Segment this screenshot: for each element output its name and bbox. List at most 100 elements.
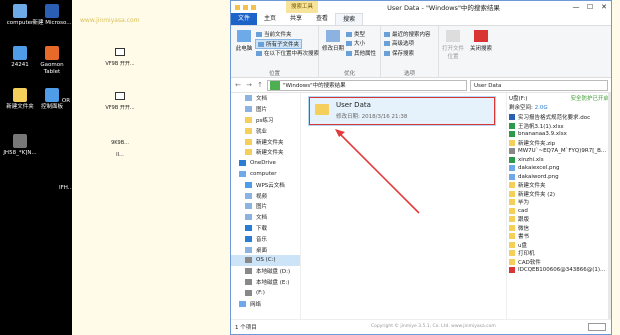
preview-item-label: CAD软件 <box>518 259 541 266</box>
minimize-button[interactable]: — <box>569 3 583 11</box>
tab-file[interactable]: 文件 <box>231 13 258 25</box>
nav-item-label: 图片 <box>256 107 268 114</box>
tab-home[interactable]: 主页 <box>257 13 283 25</box>
preview-item[interactable]: 新建文件夹 <box>507 181 611 190</box>
file-icon <box>509 241 515 248</box>
quick-access-toolbar[interactable] <box>231 4 286 10</box>
nav-item[interactable]: 下载 <box>231 223 300 234</box>
nav-item[interactable]: 新建文件夹 <box>231 147 300 158</box>
search-again-button[interactable]: 在以下位置中再次搜索 <box>256 49 319 57</box>
item-count: 1 个项目 <box>235 325 257 331</box>
desktop-icon-or[interactable]: OR <box>56 98 76 105</box>
tab-search[interactable]: 搜索 <box>335 13 364 25</box>
tab-share[interactable]: 共享 <box>283 13 309 25</box>
nav-item[interactable]: computer <box>231 169 300 180</box>
preview-item[interactable]: 毕为 <box>507 198 611 207</box>
preview-item[interactable]: 新建文件夹.zip <box>507 139 611 148</box>
preview-item[interactable]: 打印机 <box>507 249 611 258</box>
ribbon-group-location: 此电脑 当前文件夹 所有子文件夹 在以下位置中再次搜索 位置 <box>231 26 319 78</box>
nav-item[interactable]: 文档 <box>231 212 300 223</box>
date-modified-button[interactable]: 修改日期 <box>322 30 344 52</box>
type-button[interactable]: 类型 <box>346 30 365 38</box>
watermark: www.jinmiyasa.com <box>80 17 140 24</box>
nav-item[interactable]: ps练习 <box>231 115 300 126</box>
nav-item[interactable]: 图片 <box>231 201 300 212</box>
save-search-button[interactable]: 保存搜索 <box>384 49 414 57</box>
preview-item[interactable]: MW7U`~EQ7A_M`FYQ)9R7[_B... <box>507 147 611 156</box>
nav-item[interactable]: OneDrive <box>231 158 300 169</box>
preview-item[interactable]: bnananaa3.9.xlsx <box>507 130 611 139</box>
nav-item[interactable]: 就业 <box>231 125 300 136</box>
this-pc-button[interactable]: 此电脑 <box>233 30 255 52</box>
nav-item[interactable]: 网络 <box>231 298 300 309</box>
nav-item[interactable]: 桌面 <box>231 244 300 255</box>
ribbon-group-options: 最近的搜索内容 高级选项 保存搜索 选项 <box>381 26 439 78</box>
preview-item[interactable]: 新建文件夹 (2) <box>507 190 611 199</box>
preview-item[interactable]: u盘 <box>507 241 611 250</box>
preview-item-label: dakaiexcel.png <box>518 165 560 172</box>
computer-icon <box>13 4 27 18</box>
nav-item[interactable]: WPS云文档 <box>231 179 300 190</box>
current-folder-button[interactable]: 当前文件夹 <box>256 30 292 38</box>
nav-item[interactable]: 新建文件夹 <box>231 136 300 147</box>
tab-view[interactable]: 查看 <box>309 13 335 25</box>
desktop-icon-word[interactable]: 新建 Microso... <box>32 4 72 27</box>
desktop-icon-ifh[interactable]: IFH... <box>56 185 76 192</box>
preview-item[interactable]: dakaiword.png <box>507 173 611 182</box>
preview-item-label: cad <box>518 207 528 214</box>
other-properties-button[interactable]: 其他属性 <box>346 49 376 57</box>
file-icon <box>509 148 515 155</box>
nav-item[interactable]: 图片 <box>231 104 300 115</box>
file-icon <box>509 122 515 129</box>
maximize-button[interactable]: ☐ <box>583 3 597 11</box>
preview-item[interactable]: 微信 <box>507 224 611 233</box>
address-bar-row: ← → ↑ "Windows"中的搜索结果 User Data <box>231 78 611 93</box>
preview-item[interactable]: cad <box>507 207 611 216</box>
nav-item[interactable]: (F:) <box>231 287 300 298</box>
file-icon <box>509 267 515 274</box>
forward-button[interactable]: → <box>245 81 253 89</box>
nav-item[interactable]: 文档 <box>231 93 300 104</box>
folder-open-icon <box>446 30 460 42</box>
ribbon: 此电脑 当前文件夹 所有子文件夹 在以下位置中再次搜索 位置 修改日期 类型 大… <box>231 26 611 78</box>
size-button[interactable]: 大小 <box>346 39 365 47</box>
preview-item[interactable]: 跟版 <box>507 215 611 224</box>
close-search-button[interactable]: 关闭搜索 <box>470 30 492 52</box>
file-icon <box>509 258 515 265</box>
computer-icon <box>237 30 251 42</box>
nav-item-label: 本地磁盘 (E:) <box>256 279 290 286</box>
desktop-icon-jh58[interactable]: JH58_*K]N... <box>0 134 40 157</box>
back-button[interactable]: ← <box>234 81 242 89</box>
file-icon[interactable] <box>115 92 125 100</box>
nav-item[interactable]: OS (C:) <box>231 254 300 266</box>
nav-item[interactable]: 本地磁盘 (D:) <box>231 266 300 277</box>
file-icon <box>509 224 515 231</box>
preview-item[interactable]: CAD软件 <box>507 258 611 267</box>
nav-item-icon <box>239 160 246 167</box>
preview-item[interactable]: dakaiexcel.png <box>507 164 611 173</box>
preview-item[interactable]: IDCQEB100606@343866@(1)... <box>507 266 611 275</box>
file-icon[interactable] <box>115 48 125 56</box>
preview-item[interactable]: xinzhi.xls <box>507 156 611 165</box>
preview-pane: U盘(F:) 安全防护已开启 剩余空间: 2.0G 实习报告格式规范化要求.do… <box>506 93 611 319</box>
scrollbar[interactable] <box>608 93 611 319</box>
address-input[interactable]: "Windows"中的搜索结果 <box>267 79 467 91</box>
search-input[interactable]: User Data <box>470 79 608 91</box>
preview-item[interactable]: 实习报告格式规范化要求.doc <box>507 113 611 122</box>
open-file-location-button[interactable]: 打开文件位置 <box>442 30 464 60</box>
file-icon <box>509 233 515 240</box>
desktop-icon-gaomon[interactable]: Gaomon Tablet <box>32 46 72 75</box>
preview-item[interactable]: 書书 <box>507 232 611 241</box>
search-results-icon <box>270 80 280 90</box>
nav-item[interactable]: 视频 <box>231 190 300 201</box>
view-toggle[interactable] <box>588 323 606 331</box>
recent-searches-button[interactable]: 最近的搜索内容 <box>384 30 431 38</box>
close-button[interactable]: ✕ <box>597 3 611 11</box>
preview-item[interactable]: 王浩帆3.1(1).xlsx <box>507 122 611 131</box>
all-subfolders-button[interactable]: 所有子文件夹 <box>255 39 303 49</box>
up-button[interactable]: ↑ <box>256 81 264 89</box>
nav-item[interactable]: 音乐 <box>231 233 300 244</box>
preview-list: 实习报告格式规范化要求.doc 王浩帆3.1(1).xlsx bnananaa3.9… <box>507 113 611 275</box>
advanced-options-button[interactable]: 高级选项 <box>384 39 414 47</box>
nav-item[interactable]: 本地磁盘 (E:) <box>231 277 300 288</box>
